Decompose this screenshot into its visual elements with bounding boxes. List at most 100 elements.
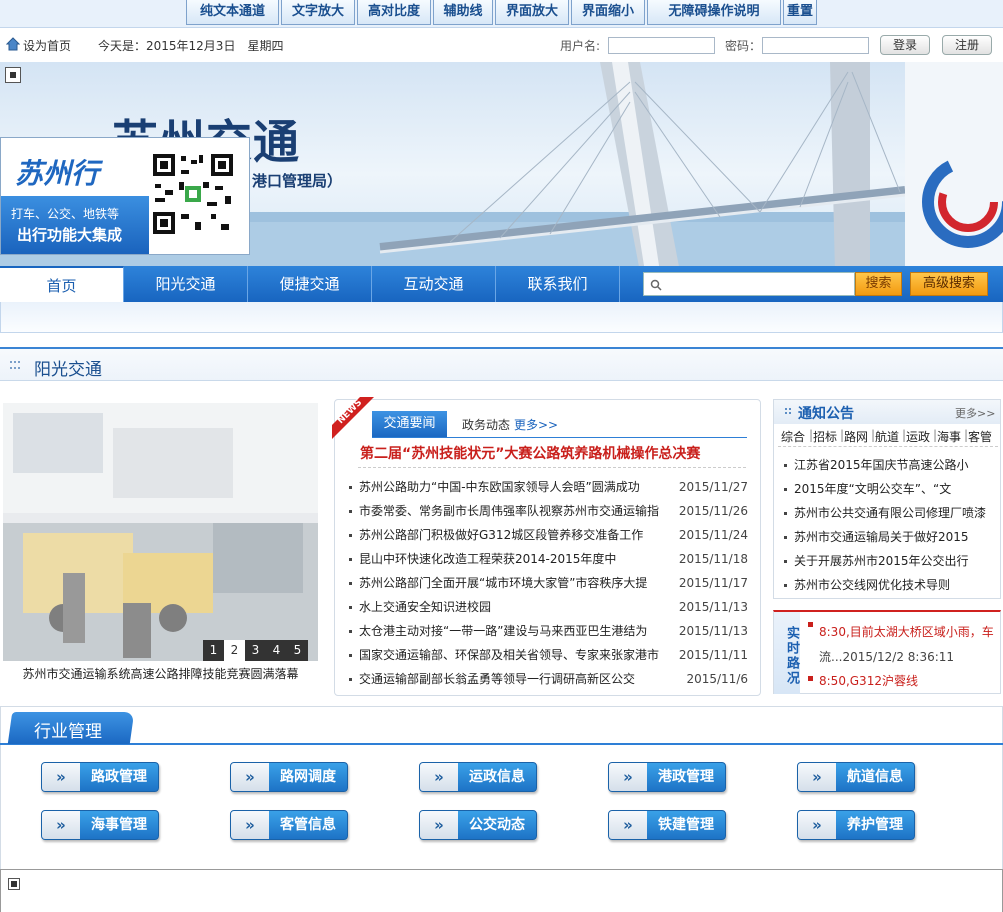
news-item[interactable]: 苏州公路部门全面开展“城市环境大家管”市容秩序大提 2015/11/17 xyxy=(346,571,748,595)
news-item[interactable]: 昆山中环快速化改造工程荣获2014-2015年度中 2015/11/18 xyxy=(346,547,748,571)
waterway-info-button[interactable]: » 航道信息 xyxy=(797,762,915,792)
news-title[interactable]: 市委常委、常务副市长周伟强率队视察苏州市交通运输指 xyxy=(359,499,659,523)
button-label: 海事管理 xyxy=(91,817,147,833)
notice-item[interactable]: 关于开展苏州市2015年公交出行 xyxy=(778,549,1000,573)
nav-sunshine-traffic[interactable]: 阳光交通 xyxy=(124,266,248,302)
nav-interactive-traffic[interactable]: 互动交通 xyxy=(372,266,496,302)
news-title[interactable]: 国家交通运输部、环保部及相关省领导、专家来张家港市 xyxy=(359,643,659,667)
tab-traffic-news[interactable]: 交通要闻 xyxy=(372,411,447,437)
notice-cat-road[interactable]: 路网 xyxy=(844,428,868,445)
news-item[interactable]: 苏州公路助力“中国-中东欧国家领导人会晤”圆满成功 2015/11/27 xyxy=(346,475,748,499)
notice-cat-maritime[interactable]: 海事 xyxy=(937,428,961,445)
app-promo-line1: 打车、公交、地铁等 xyxy=(11,207,120,221)
notice-cat-transport[interactable]: 运政 xyxy=(906,428,930,445)
notice-more-link[interactable]: 更多>> xyxy=(955,405,995,421)
news-title[interactable]: 太仓港主动对接“一带一路”建设与马来西亚巴生港结为 xyxy=(359,619,659,643)
password-input[interactable] xyxy=(762,37,869,54)
button-label: 铁建管理 xyxy=(658,817,714,833)
news-headline[interactable]: 第二届“苏州技能状元”大赛公路筑养路机械操作总决赛 xyxy=(360,443,700,463)
bullet xyxy=(784,512,787,515)
high-contrast-button[interactable]: 高对比度 xyxy=(357,0,431,25)
notice-cat-tender[interactable]: 招标 xyxy=(813,428,837,445)
app-promo[interactable]: 苏州行 打车、公交、地铁等 出行功能大集成 xyxy=(0,137,250,255)
notice-item-title[interactable]: 苏州市公交线网优化技术导则 xyxy=(794,573,950,597)
guide-line-button[interactable]: 辅助线 xyxy=(433,0,493,25)
carousel-page-5[interactable]: 5 xyxy=(287,640,308,661)
news-item[interactable]: 水上交通安全知识进校园 2015/11/13 xyxy=(346,595,748,619)
advanced-search-button[interactable]: 高级搜索 xyxy=(910,272,988,296)
notice-item[interactable]: 苏州市公共交通有限公司修理厂喷漆 xyxy=(778,501,1000,525)
zoom-out-button[interactable]: 界面缩小 xyxy=(571,0,645,25)
carousel-page-2[interactable]: 2 xyxy=(224,640,245,661)
photo-caption[interactable]: 苏州市交通运输系统高速公路排障技能竞赛圆满落幕 xyxy=(3,665,318,682)
notice-item-title[interactable]: 苏州市交通运输局关于做好2015 xyxy=(794,525,969,549)
login-button[interactable]: 登录 xyxy=(880,35,930,55)
news-title[interactable]: 昆山中环快速化改造工程荣获2014-2015年度中 xyxy=(359,547,659,571)
chevron-right-icon: » xyxy=(609,763,647,791)
notice-item[interactable]: 2015年度“文明公交车”、“文 xyxy=(778,477,1000,501)
nav-substrip xyxy=(0,302,1003,333)
search-input[interactable] xyxy=(643,272,855,296)
news-item[interactable]: 交通运输部副部长翁孟勇等领导一行调研高新区公交 2015/11/6 xyxy=(346,667,748,691)
news-title[interactable]: 水上交通安全知识进校园 xyxy=(359,595,659,619)
news-item[interactable]: 苏州公路部门积极做好G312城区段管养移交准备工作 2015/11/24 xyxy=(346,523,748,547)
search-icon xyxy=(650,279,662,291)
notice-item-title[interactable]: 江苏省2015年国庆节高速公路小 xyxy=(794,453,969,477)
railway-admin-button[interactable]: » 铁建管理 xyxy=(608,810,726,840)
app-promo-title: 苏州行 xyxy=(15,157,100,190)
maritime-admin-button[interactable]: » 海事管理 xyxy=(41,810,159,840)
news-title[interactable]: 苏州公路助力“中国-中东欧国家领导人会晤”圆满成功 xyxy=(359,475,659,499)
button-label: 港政管理 xyxy=(658,769,714,785)
bullet xyxy=(349,510,352,513)
news-title[interactable]: 苏州公路部门积极做好G312城区段管养移交准备工作 xyxy=(359,523,659,547)
nav-contact-us[interactable]: 联系我们 xyxy=(496,266,620,302)
road-admin-button[interactable]: » 路政管理 xyxy=(41,762,159,792)
plain-text-button[interactable]: 纯文本通道 xyxy=(186,0,279,25)
register-button[interactable]: 注册 xyxy=(942,35,992,55)
notice-item[interactable]: 苏州市交通运输局关于做好2015 xyxy=(778,525,1000,549)
search-button[interactable]: 搜索 xyxy=(855,272,902,296)
bullet xyxy=(808,676,813,681)
port-admin-button[interactable]: » 港政管理 xyxy=(608,762,726,792)
notice-cat-passenger[interactable]: 客管 xyxy=(968,428,992,445)
network-dispatch-button[interactable]: » 路网调度 xyxy=(230,762,348,792)
set-homepage-link[interactable]: 设为首页 xyxy=(23,37,71,54)
news-photo[interactable]: 1 2 3 4 5 xyxy=(3,403,318,661)
reset-button[interactable]: 重置 xyxy=(783,0,817,25)
traffic-item-1[interactable]: 8:30,目前太湖大桥区域小雨，车 xyxy=(819,623,994,640)
news-more-link[interactable]: 更多>> xyxy=(514,416,558,433)
carousel-page-3[interactable]: 3 xyxy=(245,640,266,661)
notice-divider xyxy=(778,446,998,447)
maintenance-admin-button[interactable]: » 养护管理 xyxy=(797,810,915,840)
username-input[interactable] xyxy=(608,37,715,54)
traffic-item-2[interactable]: 8:50,G312沪蓉线 xyxy=(819,672,918,689)
notice-item-title[interactable]: 2015年度“文明公交车”、“文 xyxy=(794,477,951,501)
tab-gov-affairs[interactable]: 政务动态 xyxy=(462,416,510,433)
text-enlarge-button[interactable]: 文字放大 xyxy=(281,0,355,25)
flash-placeholder-icon xyxy=(5,67,21,83)
button-label: 公交动态 xyxy=(469,817,525,833)
notice-cat-general[interactable]: 综合 xyxy=(781,428,805,445)
notice-item-title[interactable]: 苏州市公共交通有限公司修理厂喷漆 xyxy=(794,501,986,525)
traffic-item-1-time: 流...2015/12/2 8:36:11 xyxy=(819,650,955,664)
notice-item[interactable]: 苏州市公交线网优化技术导则 xyxy=(778,573,1000,597)
carousel-page-1[interactable]: 1 xyxy=(203,640,224,661)
industry-line xyxy=(0,743,1003,745)
news-item[interactable]: 国家交通运输部、环保部及相关省领导、专家来张家港市 2015/11/11 xyxy=(346,643,748,667)
notice-item[interactable]: 江苏省2015年国庆节高速公路小 xyxy=(778,453,1000,477)
news-title[interactable]: 苏州公路部门全面开展“城市环境大家管”市容秩序大提 xyxy=(359,571,659,595)
news-item[interactable]: 市委常委、常务副市长周伟强率队视察苏州市交通运输指 2015/11/26 xyxy=(346,499,748,523)
transport-info-button[interactable]: » 运政信息 xyxy=(419,762,537,792)
passenger-info-button[interactable]: » 客管信息 xyxy=(230,810,348,840)
nav-convenient-traffic[interactable]: 便捷交通 xyxy=(248,266,372,302)
notice-cat-waterway[interactable]: 航道 xyxy=(875,428,899,445)
news-item[interactable]: 太仓港主动对接“一带一路”建设与马来西亚巴生港结为 2015/11/13 xyxy=(346,619,748,643)
accessibility-help-button[interactable]: 无障碍操作说明 xyxy=(647,0,781,25)
nav-home[interactable]: 首页 xyxy=(0,266,124,302)
zoom-in-button[interactable]: 界面放大 xyxy=(495,0,569,25)
notice-item-title[interactable]: 关于开展苏州市2015年公交出行 xyxy=(794,549,969,573)
carousel-page-4[interactable]: 4 xyxy=(266,640,287,661)
bottom-flash-area xyxy=(0,869,1003,912)
bus-updates-button[interactable]: » 公交动态 xyxy=(419,810,537,840)
news-title[interactable]: 交通运输部副部长翁孟勇等领导一行调研高新区公交 xyxy=(359,667,659,691)
